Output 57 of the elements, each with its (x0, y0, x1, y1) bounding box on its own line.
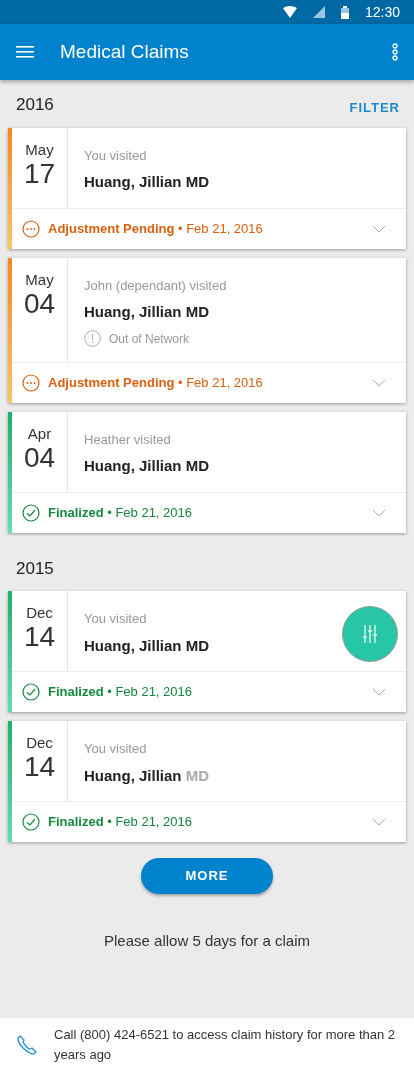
chevron-down-icon[interactable] (372, 224, 386, 233)
visitor-text: You visited (84, 610, 148, 628)
chevron-down-icon[interactable] (372, 818, 386, 826)
check-circle-icon (22, 683, 40, 701)
menu-icon[interactable] (16, 45, 34, 59)
claim-day: 04 (12, 442, 67, 474)
claim-status: Finalized • Feb 21, 2016 (48, 503, 194, 522)
provider-name: Huang, Jillian MD (84, 635, 209, 656)
claim-card[interactable]: Dec 14 You visited Huang, Jillian MD Finalized • Feb 21, 2016 (8, 591, 406, 712)
more-icon[interactable] (392, 43, 398, 61)
claim-status: Finalized • Feb 21, 2016 (48, 683, 194, 702)
claim-day: 14 (12, 752, 67, 783)
provider-name: Huang, Jillian MD (84, 765, 209, 786)
visitor-text: Heather visited (84, 430, 172, 449)
year-heading: 2016 (16, 94, 54, 116)
claim-month: May (24, 270, 55, 289)
claim-day: 04 (12, 288, 67, 320)
more-button[interactable]: MORE (141, 858, 273, 894)
claim-month: May (24, 140, 55, 159)
chevron-down-icon[interactable] (372, 688, 386, 696)
chevron-down-icon[interactable] (372, 508, 386, 517)
claim-card[interactable]: Apr 04 Heather visited Huang, Jillian MD Finalized • Feb 21, 2016 (8, 411, 406, 533)
provider-name: Huang, Jillian MD (84, 172, 209, 192)
visitor-text: You visited (84, 146, 148, 165)
claim-month: Apr (26, 424, 53, 443)
more-dots-icon (22, 219, 40, 238)
claim-card[interactable]: May 17 You visited Huang, Jillian MD Adjustment Pending • Feb 21, 2016 (8, 127, 406, 249)
visitor-text: You visited (84, 740, 148, 758)
network-note: Out of Network (109, 330, 190, 348)
call-info-text: Call (800) 424-6521 to access claim history for more than 2 years ago (54, 1026, 397, 1064)
claim-card[interactable]: May 04 John (dependant) visited Huang, Jillian MD Out of Network Adjustment Pending • Feb 21, 2016 (8, 257, 406, 403)
filter-fab[interactable] (342, 606, 398, 662)
claim-month: Dec (25, 604, 54, 622)
phone-icon (16, 1033, 38, 1056)
status-time: 12:30 (364, 2, 400, 22)
claim-card[interactable]: Dec 14 You visited Huang, Jillian MD Finalized • Feb 21, 2016 (8, 721, 406, 842)
claim-month: Dec (25, 734, 54, 752)
claim-status: Finalized • Feb 21, 2016 (48, 813, 194, 832)
check-circle-icon (22, 503, 40, 522)
check-circle-icon (22, 813, 40, 831)
app-title: Medical Claims (60, 39, 190, 64)
wifi-icon (282, 6, 297, 18)
visitor-text: John (dependant) visited (84, 276, 227, 295)
sliders-icon (362, 625, 378, 643)
year-heading: 2015 (16, 557, 54, 580)
more-dots-icon (22, 373, 40, 392)
notice-text: Please allow 5 days for a claim (103, 931, 311, 951)
claim-day: 14 (12, 622, 67, 653)
claim-status: Adjustment Pending • Feb 21, 2016 (48, 219, 264, 238)
provider-name: Huang, Jillian MD (84, 302, 210, 322)
chevron-down-icon[interactable] (372, 378, 386, 387)
provider-name: Huang, Jillian MD (84, 456, 209, 476)
signal-icon (312, 6, 325, 18)
claim-status: Adjustment Pending • Feb 21, 2016 (48, 373, 264, 392)
claim-day: 17 (12, 158, 67, 190)
exclamation-circle-icon (84, 330, 101, 347)
battery-icon (340, 5, 349, 19)
